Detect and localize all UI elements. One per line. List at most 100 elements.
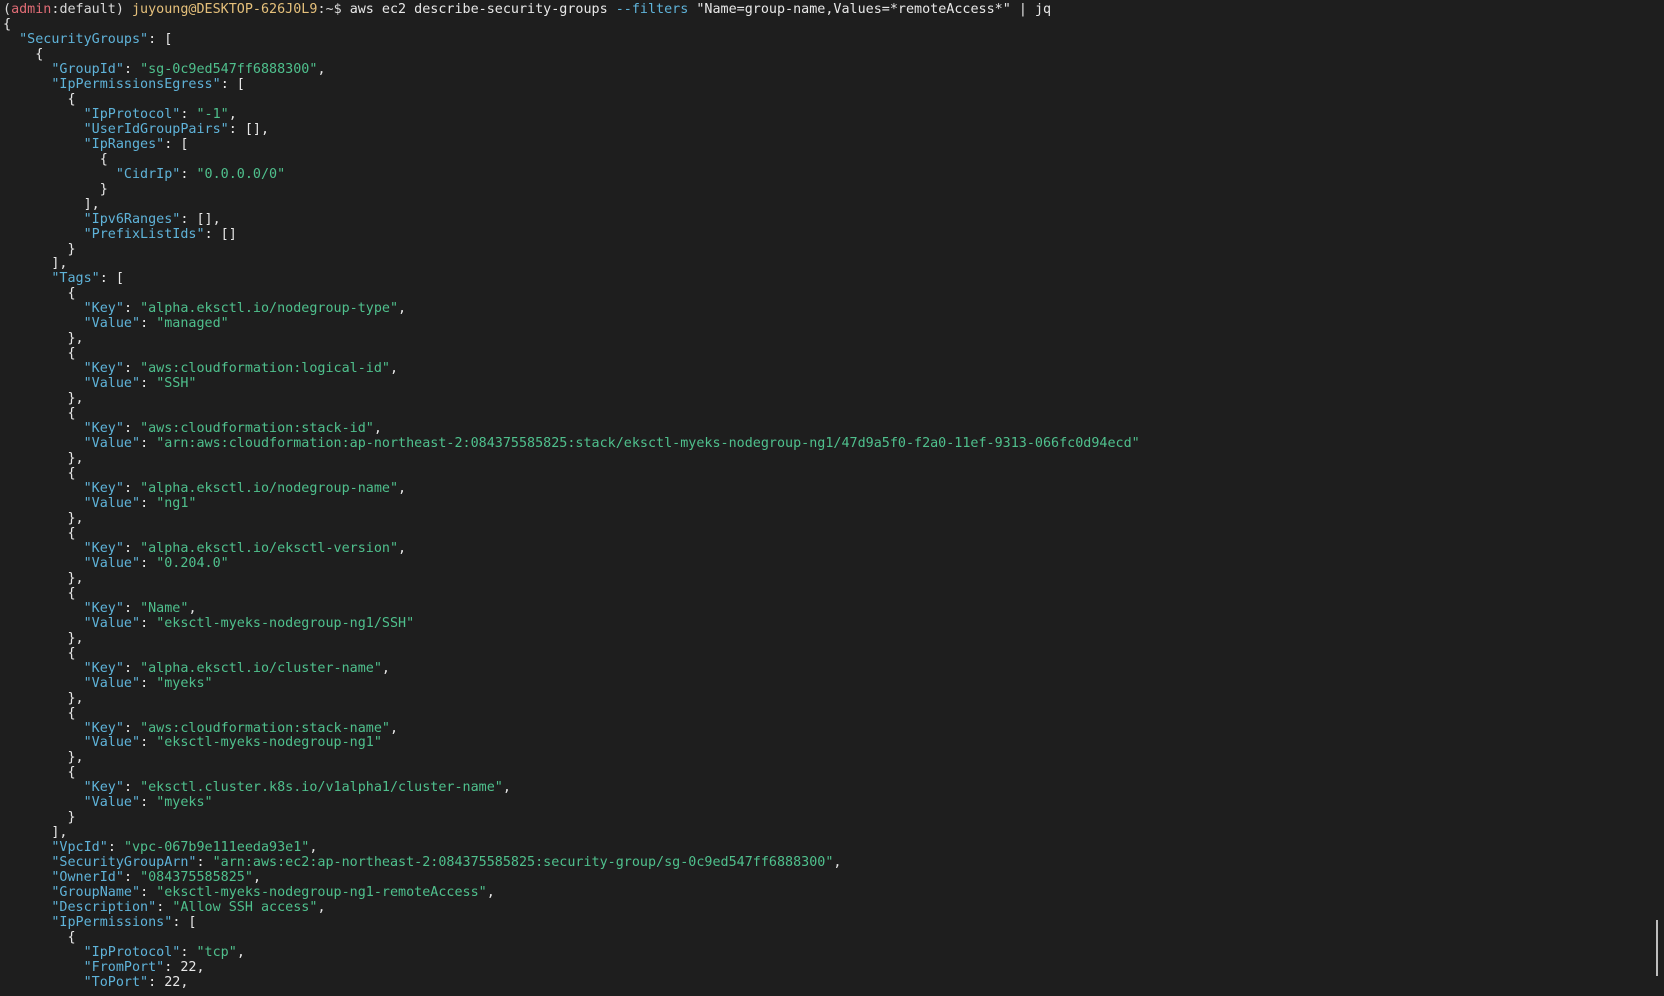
json-punct	[3, 616, 84, 631]
json-punct: :	[123, 660, 141, 676]
json-punct: ,	[398, 481, 407, 496]
output-line: "VpcId": "vpc-067b9e111eeda93e1",	[3, 840, 1650, 855]
json-punct: ],	[3, 825, 68, 841]
json-string: "-1"	[196, 106, 229, 122]
output-line: "Value": "SSH"	[3, 376, 1650, 391]
json-key: "Key"	[83, 780, 124, 796]
output-line: "Key": "alpha.eksctl.io/nodegroup-name",	[3, 481, 1650, 496]
json-punct	[3, 960, 84, 975]
json-punct: :	[123, 481, 141, 496]
output-line: ],	[3, 825, 1650, 840]
json-punct: :	[123, 720, 141, 736]
json-punct: :	[140, 316, 157, 332]
json-punct: : 22,	[164, 960, 205, 975]
output-line: {	[3, 92, 1650, 107]
json-punct	[3, 361, 84, 376]
json-punct: {	[3, 46, 44, 62]
json-string: "0.204.0"	[156, 555, 229, 571]
output-line: {	[3, 47, 1650, 62]
json-string: "aws:cloudformation:stack-name"	[140, 720, 390, 736]
json-string: "eksctl.cluster.k8s.io/v1alpha1/cluster-…	[140, 780, 503, 796]
json-key: "Value"	[83, 436, 141, 452]
command-arg: "Name=group-name,Values=*remoteAccess*"	[696, 2, 1011, 17]
json-punct: {	[3, 645, 76, 661]
output-line: "Key": "aws:cloudformation:stack-name",	[3, 721, 1650, 736]
json-key: "IpPermissionsEgress"	[51, 76, 221, 92]
output-line: "Value": "ng1"	[3, 496, 1650, 511]
json-punct: }	[3, 810, 76, 826]
json-string: "aws:cloudformation:logical-id"	[140, 361, 390, 377]
json-key: "UserIdGroupPairs"	[83, 121, 229, 137]
json-punct: },	[3, 630, 84, 646]
json-punct	[3, 721, 84, 736]
output-line: },	[3, 571, 1650, 586]
json-punct: ,	[309, 840, 318, 856]
json-punct	[3, 301, 84, 316]
json-punct	[3, 915, 51, 930]
json-punct	[3, 780, 84, 795]
json-punct: :	[123, 600, 141, 616]
json-punct: :	[140, 885, 157, 901]
json-punct: {	[3, 286, 76, 302]
json-punct: },	[3, 331, 84, 347]
scrollbar[interactable]	[1653, 0, 1661, 996]
json-punct	[3, 601, 84, 616]
json-punct: ,	[228, 106, 237, 122]
output-line: },	[3, 391, 1650, 406]
json-string: "vpc-067b9e111eeda93e1"	[123, 840, 310, 856]
json-punct: :	[140, 675, 157, 691]
scrollbar-thumb[interactable]	[1656, 920, 1658, 976]
prompt-path: :~	[317, 2, 334, 17]
json-key: "Value"	[83, 495, 141, 511]
output-line: {	[3, 466, 1650, 481]
output-line: "IpProtocol": "-1",	[3, 107, 1650, 122]
prompt-profile: default	[59, 2, 116, 17]
json-punct: :	[140, 376, 157, 392]
output-line: "IpProtocol": "tcp",	[3, 945, 1650, 960]
json-string: "ng1"	[156, 495, 197, 511]
json-punct: :	[140, 615, 157, 631]
json-punct: {	[3, 585, 76, 601]
json-punct	[3, 496, 84, 511]
json-punct	[3, 481, 84, 496]
output-line: "OwnerId": "084375585825",	[3, 870, 1650, 885]
output-line: "CidrIp": "0.0.0.0/0"	[3, 167, 1650, 182]
json-output: { "SecurityGroups": [ { "GroupId": "sg-0…	[3, 17, 1650, 990]
json-punct	[3, 167, 116, 182]
output-line: {	[3, 526, 1650, 541]
json-punct: {	[3, 151, 108, 167]
json-key: "OwnerId"	[51, 870, 124, 886]
output-line: "Key": "aws:cloudformation:logical-id",	[3, 361, 1650, 376]
json-key: "Value"	[83, 675, 141, 691]
json-punct: },	[3, 510, 84, 526]
json-key: "Key"	[83, 421, 124, 437]
output-line: }	[3, 810, 1650, 825]
prompt-close-paren: )	[115, 2, 124, 17]
json-key: "Key"	[83, 361, 124, 377]
json-punct: :	[140, 795, 157, 811]
json-key: "Value"	[83, 555, 141, 571]
json-punct	[3, 661, 84, 676]
output-line: "Key": "eksctl.cluster.k8s.io/v1alpha1/c…	[3, 780, 1650, 795]
json-punct: :	[140, 495, 157, 511]
command-flag: --filters	[615, 2, 689, 17]
json-punct: :	[180, 106, 197, 122]
json-punct	[3, 137, 84, 152]
json-punct: }	[3, 181, 108, 197]
json-string: "alpha.eksctl.io/nodegroup-name"	[140, 481, 399, 496]
json-punct: :	[123, 361, 141, 377]
json-punct	[3, 840, 51, 855]
json-punct	[3, 870, 51, 885]
json-punct	[3, 316, 84, 331]
terminal-window[interactable]: (admin: default) juyoung@DESKTOP-626J0L9:…	[3, 2, 1650, 996]
output-line: },	[3, 331, 1650, 346]
output-line: {	[3, 17, 1650, 32]
output-line: "IpPermissionsEgress": [	[3, 77, 1650, 92]
json-string: "eksctl-myeks-nodegroup-ng1/SSH"	[156, 615, 415, 631]
json-punct: {	[3, 346, 76, 362]
json-punct: :	[123, 421, 141, 437]
json-string: "arn:aws:cloudformation:ap-northeast-2:0…	[156, 436, 1140, 452]
json-punct	[3, 975, 84, 990]
json-punct: : [	[220, 76, 245, 92]
json-punct: ],	[3, 256, 68, 272]
